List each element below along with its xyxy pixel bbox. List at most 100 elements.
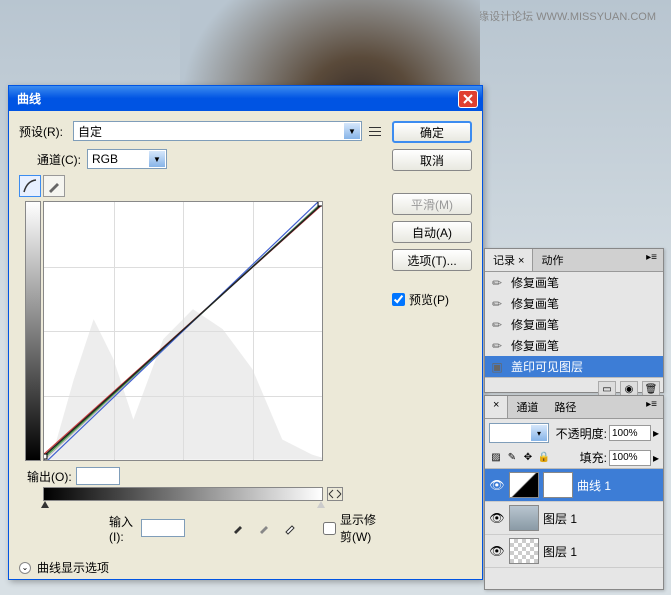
white-eyedropper[interactable] <box>281 519 299 537</box>
lock-move-icon[interactable]: ✥ <box>521 451 535 465</box>
close-icon <box>463 94 473 104</box>
dialog-titlebar[interactable]: 曲线 <box>9 86 482 111</box>
layer-item[interactable]: 👁 图层 1 <box>485 502 663 535</box>
show-clip-checkbox[interactable] <box>323 522 336 535</box>
channel-value: RGB <box>92 152 118 166</box>
layers-panel: × 通道 路径 ▸≡ ▾ 不透明度: 100% ▸ ▨ ✎ ✥ 🔒 填充: 10… <box>484 395 664 590</box>
curve-icon <box>23 179 37 193</box>
curve-tool-point[interactable] <box>19 175 41 197</box>
fill-input[interactable]: 100% <box>609 450 651 466</box>
preset-row: 预设(R): 自定 ▼ <box>19 121 384 141</box>
channel-combo[interactable]: RGB ▼ <box>87 149 167 169</box>
output-gradient <box>25 201 41 461</box>
fill-label: 填充: <box>580 449 607 466</box>
layer-name: 曲线 1 <box>577 477 611 494</box>
chevron-down-icon: ▾ <box>531 425 547 441</box>
input-gradient-row <box>43 487 384 501</box>
options-button[interactable]: 选项(T)... <box>392 249 472 271</box>
layers-list: 👁 曲线 1 👁 图层 1 👁 图层 1 <box>485 469 663 568</box>
panel-menu-icon[interactable]: ▸≡ <box>640 249 663 271</box>
output-label: 输出(O): <box>27 468 72 485</box>
input-row: 输入(I): 显示修剪(W) <box>109 511 384 545</box>
gray-eyedropper[interactable] <box>255 519 273 537</box>
lock-icons: ▨ ✎ ✥ 🔒 <box>489 451 551 465</box>
layer-thumb[interactable] <box>509 505 539 531</box>
mask-thumb[interactable] <box>543 472 573 498</box>
black-eyedropper[interactable] <box>229 519 247 537</box>
smooth-button: 平滑(M) <box>392 193 472 215</box>
layer-name: 图层 1 <box>543 510 577 527</box>
output-input[interactable] <box>76 467 120 485</box>
adjustment-thumb[interactable] <box>509 472 539 498</box>
preset-menu-button[interactable] <box>366 122 384 140</box>
white-slider[interactable] <box>317 501 325 508</box>
chevron-icon[interactable]: ▸ <box>653 426 659 440</box>
layer-name: 图层 1 <box>543 543 577 560</box>
opacity-input[interactable]: 100% <box>609 425 651 441</box>
blend-combo[interactable]: ▾ <box>489 423 549 443</box>
tab-layers[interactable]: × <box>485 396 508 418</box>
curve-tool-pencil[interactable] <box>43 175 65 197</box>
visibility-icon[interactable]: 👁 <box>489 511 505 525</box>
history-panel: 记录 × 动作 ▸≡ ✏修复画笔 ✏修复画笔 ✏修复画笔 ✏修复画笔 ▣盖印可见… <box>484 248 664 393</box>
panel-menu-icon[interactable]: ▸≡ <box>640 396 663 418</box>
dialog-body: 预设(R): 自定 ▼ 通道(C): RGB ▼ <box>9 111 482 586</box>
show-clip-label: 显示修剪(W) <box>340 511 384 545</box>
history-item[interactable]: ✏修复画笔 <box>485 272 663 293</box>
chevron-down-icon: ▼ <box>344 123 360 139</box>
input-label: 输入(I): <box>109 513 137 544</box>
close-button[interactable] <box>458 90 478 108</box>
fill-box: 填充: 100% ▸ <box>580 449 659 466</box>
stamp-icon: ▣ <box>489 360 505 374</box>
dialog-left-column: 预设(R): 自定 ▼ 通道(C): RGB ▼ <box>19 121 384 576</box>
eyedroppers <box>229 519 299 537</box>
tab-channels[interactable]: 通道 <box>508 396 546 418</box>
ok-button[interactable]: 确定 <box>392 121 472 143</box>
history-item[interactable]: ✏修复画笔 <box>485 293 663 314</box>
cancel-button[interactable]: 取消 <box>392 149 472 171</box>
watermark-text: 思缘设计论坛 WWW.MISSYUAN.COM <box>467 8 656 24</box>
visibility-icon[interactable]: 👁 <box>489 544 505 558</box>
curves-dialog: 曲线 预设(R): 自定 ▼ 通道(C): RGB ▼ <box>8 85 483 580</box>
preset-value: 自定 <box>78 123 102 140</box>
pencil-icon <box>47 179 61 193</box>
preset-combo[interactable]: 自定 ▼ <box>73 121 362 141</box>
channel-row: 通道(C): RGB ▼ <box>37 149 384 169</box>
tab-paths[interactable]: 路径 <box>546 396 584 418</box>
expand-toggle[interactable] <box>327 487 343 501</box>
output-row: 输出(O): <box>27 467 384 485</box>
tab-actions[interactable]: 动作 <box>533 249 571 271</box>
input-input[interactable] <box>141 519 185 537</box>
black-slider[interactable] <box>41 501 49 508</box>
chevron-icon[interactable]: ▸ <box>653 451 659 465</box>
history-item[interactable]: ✏修复画笔 <box>485 314 663 335</box>
tab-history[interactable]: 记录 × <box>485 249 533 271</box>
layer-item[interactable]: 👁 曲线 1 <box>485 469 663 502</box>
curve-tool-icons <box>19 175 384 197</box>
preview-checkbox[interactable] <box>392 293 405 306</box>
history-item-label: 修复画笔 <box>511 295 559 312</box>
history-tabs: 记录 × 动作 ▸≡ <box>485 249 663 272</box>
lock-transparent-icon[interactable]: ▨ <box>489 451 503 465</box>
layer-thumb[interactable] <box>509 538 539 564</box>
preview-label: 预览(P) <box>409 291 449 308</box>
layers-tabs: × 通道 路径 ▸≡ <box>485 396 663 419</box>
curve-lines <box>44 202 322 460</box>
chevron-icon: ⌄ <box>19 562 31 574</box>
opacity-label: 不透明度: <box>556 425 607 442</box>
history-item[interactable]: ✏修复画笔 <box>485 335 663 356</box>
lock-all-icon[interactable]: 🔒 <box>537 451 551 465</box>
history-item[interactable]: ▣盖印可见图层 <box>485 356 663 377</box>
curves-graph[interactable] <box>43 201 323 461</box>
auto-button[interactable]: 自动(A) <box>392 221 472 243</box>
dialog-title: 曲线 <box>13 90 458 107</box>
lock-paint-icon[interactable]: ✎ <box>505 451 519 465</box>
opacity-box: 不透明度: 100% ▸ <box>556 425 659 442</box>
layer-item[interactable]: 👁 图层 1 <box>485 535 663 568</box>
display-options-row[interactable]: ⌄ 曲线显示选项 <box>19 559 384 576</box>
history-item-label: 修复画笔 <box>511 274 559 291</box>
dialog-right-column: 确定 取消 平滑(M) 自动(A) 选项(T)... 预览(P) <box>392 121 472 576</box>
visibility-icon[interactable]: 👁 <box>489 478 505 492</box>
brush-icon: ✏ <box>489 339 505 353</box>
input-gradient[interactable] <box>43 487 323 501</box>
